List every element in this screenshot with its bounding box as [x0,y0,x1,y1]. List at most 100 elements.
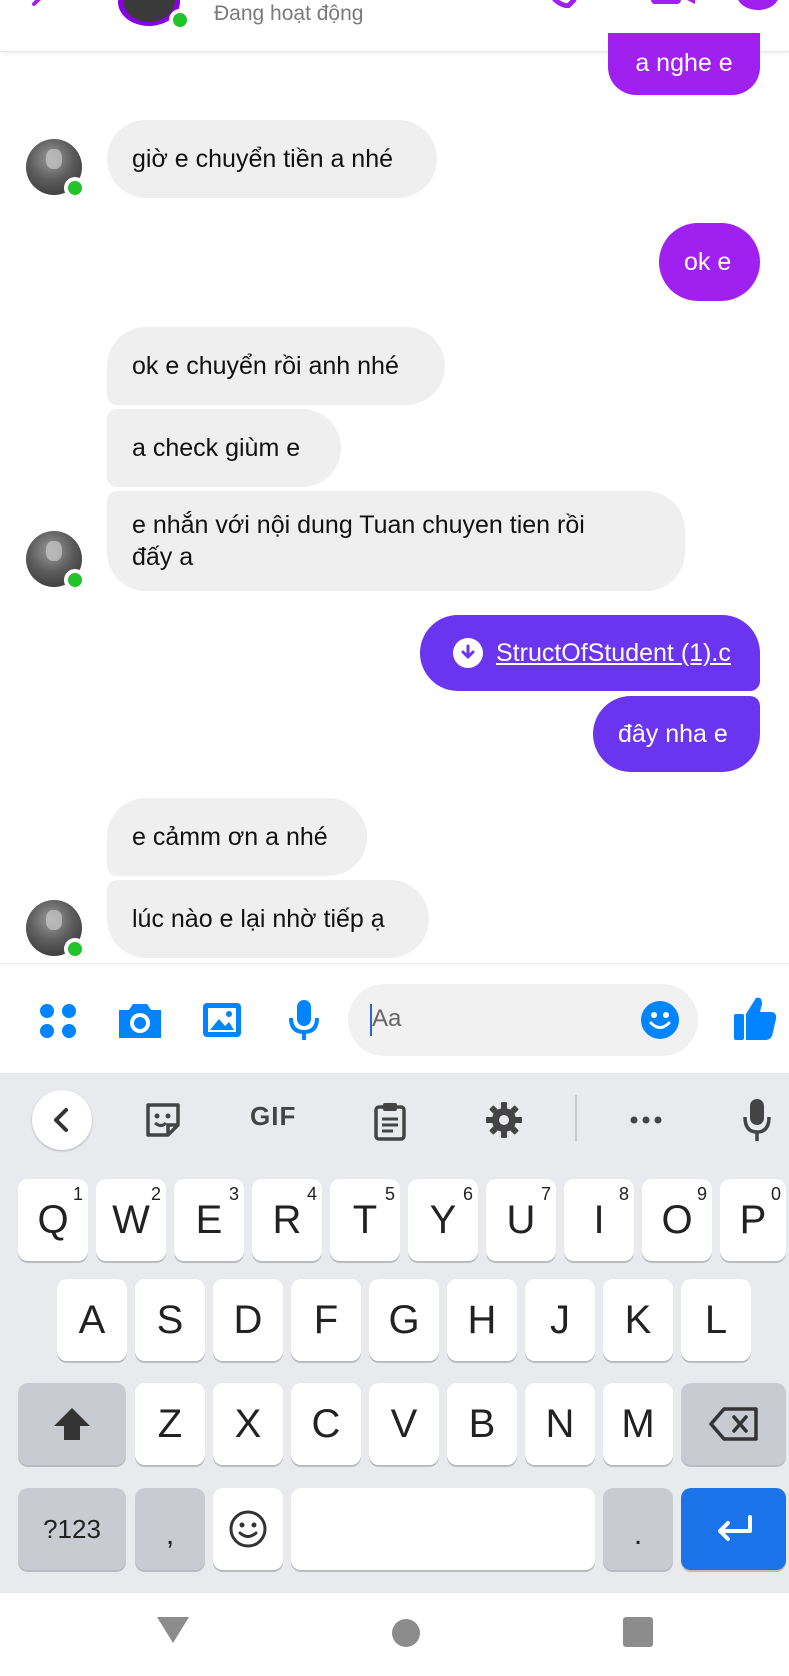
clipboard-icon[interactable] [373,1101,407,1141]
key-b[interactable]: B [447,1383,517,1465]
key-number-hint: 5 [384,1184,395,1204]
key-o[interactable]: O9 [642,1179,712,1261]
message-bubble-outgoing[interactable]: a nghe e [608,33,760,95]
key-label: G [388,1297,420,1342]
key-m[interactable]: M [603,1383,673,1465]
key-number-hint: 7 [540,1184,551,1204]
key-label: V [390,1401,418,1446]
key-label: Q [37,1197,69,1242]
phone-icon[interactable] [544,0,584,8]
period-key[interactable]: . [603,1488,673,1570]
toolbar-divider [575,1095,577,1141]
space-key[interactable] [291,1488,595,1570]
key-v[interactable]: V [369,1383,439,1465]
file-link[interactable]: StructOfStudent (1).c [496,637,731,669]
online-indicator [64,938,86,960]
online-indicator [64,177,86,199]
key-label: Y [429,1197,457,1242]
message-bubble-incoming[interactable]: e cảmm ơn a nhé [107,798,367,876]
key-label: . [633,1518,643,1551]
gif-button[interactable]: GIF [250,1101,296,1132]
message-bubble-incoming[interactable]: a check giùm e [107,409,341,487]
key-label: I [593,1197,605,1242]
message-bubble-incoming[interactable]: e nhắn với nội dung Tuan chuyen tien rồi… [107,491,685,591]
key-c[interactable]: C [291,1383,361,1465]
key-label: T [352,1197,378,1242]
shift-key[interactable] [18,1383,126,1465]
microphone-icon[interactable] [286,998,322,1042]
voice-input-icon[interactable] [741,1097,773,1143]
info-icon[interactable] [737,0,779,10]
key-y[interactable]: Y6 [408,1179,478,1261]
nav-home-icon[interactable] [392,1619,420,1647]
key-label: K [624,1297,652,1342]
backspace-key[interactable] [681,1383,786,1465]
sender-avatar[interactable] [26,900,86,960]
sender-avatar[interactable] [26,139,86,199]
key-w[interactable]: W2 [96,1179,166,1261]
key-label: E [195,1197,223,1242]
nav-back-icon[interactable] [155,1615,191,1645]
message-text: giờ e chuyển tiền a nhé [132,145,394,173]
active-status: Đang hoạt động [214,2,364,25]
key-label: H [467,1297,497,1342]
emoji-icon[interactable] [640,1000,680,1040]
key-a[interactable]: A [57,1279,127,1361]
symbols-key[interactable]: ?123 [18,1488,126,1570]
key-q[interactable]: Q1 [18,1179,88,1261]
toolbar-back-button[interactable] [32,1090,92,1150]
message-bubble-incoming[interactable]: lúc nào e lại nhờ tiếp ạ [107,880,429,958]
enter-key[interactable] [681,1488,786,1570]
key-p[interactable]: P0 [720,1179,786,1261]
key-g[interactable]: G [369,1279,439,1361]
video-call-icon[interactable] [649,0,699,8]
key-label: W [112,1197,150,1242]
message-bubble-incoming[interactable]: giờ e chuyển tiền a nhé [107,120,437,198]
gallery-icon[interactable] [200,998,244,1042]
key-t[interactable]: T5 [330,1179,400,1261]
message-list: a nghe e giờ e chuyển tiền a nhé ok e ok… [0,33,789,963]
message-bubble-outgoing[interactable]: ok e [659,223,760,301]
key-number-hint: 8 [618,1184,629,1204]
emoji-key[interactable] [213,1488,283,1570]
onscreen-keyboard: GIF Q1 W2 E3 R4 T5 Y6 U7 I8 O9 P0 A S D … [0,1073,789,1593]
menu-grid-icon[interactable] [36,998,80,1042]
key-d[interactable]: D [213,1279,283,1361]
key-z[interactable]: Z [135,1383,205,1465]
more-options-icon[interactable] [627,1101,665,1139]
key-label: L [704,1297,728,1342]
key-i[interactable]: I8 [564,1179,634,1261]
key-label: , [165,1518,175,1551]
key-u[interactable]: U7 [486,1179,556,1261]
backspace-icon [708,1407,758,1441]
key-l[interactable]: L [681,1279,751,1361]
message-text: ok e chuyển rồi anh nhé [132,352,399,380]
header-actions [509,0,789,10]
key-number-hint: 0 [770,1184,781,1204]
comma-key[interactable]: , [135,1488,205,1570]
message-text: đây nha e [618,720,728,748]
file-attachment-bubble[interactable]: StructOfStudent (1).c [420,615,760,691]
nav-recents-icon[interactable] [623,1617,653,1647]
key-x[interactable]: X [213,1383,283,1465]
key-e[interactable]: E3 [174,1179,244,1261]
sender-avatar[interactable] [26,531,86,591]
key-f[interactable]: F [291,1279,361,1361]
download-icon[interactable] [453,638,483,668]
camera-icon[interactable] [115,998,165,1042]
sticker-icon[interactable] [144,1101,182,1139]
key-n[interactable]: N [525,1383,595,1465]
key-j[interactable]: J [525,1279,595,1361]
key-h[interactable]: H [447,1279,517,1361]
back-arrow-icon[interactable] [30,0,56,12]
key-k[interactable]: K [603,1279,673,1361]
key-label: Z [157,1401,183,1446]
key-s[interactable]: S [135,1279,205,1361]
message-input[interactable]: Aa [348,984,698,1056]
key-label: B [468,1401,496,1446]
settings-gear-icon[interactable] [485,1101,523,1139]
like-icon[interactable] [732,994,778,1042]
message-bubble-incoming[interactable]: ok e chuyển rồi anh nhé [107,327,445,405]
key-r[interactable]: R4 [252,1179,322,1261]
message-bubble-outgoing[interactable]: đây nha e [593,696,760,772]
